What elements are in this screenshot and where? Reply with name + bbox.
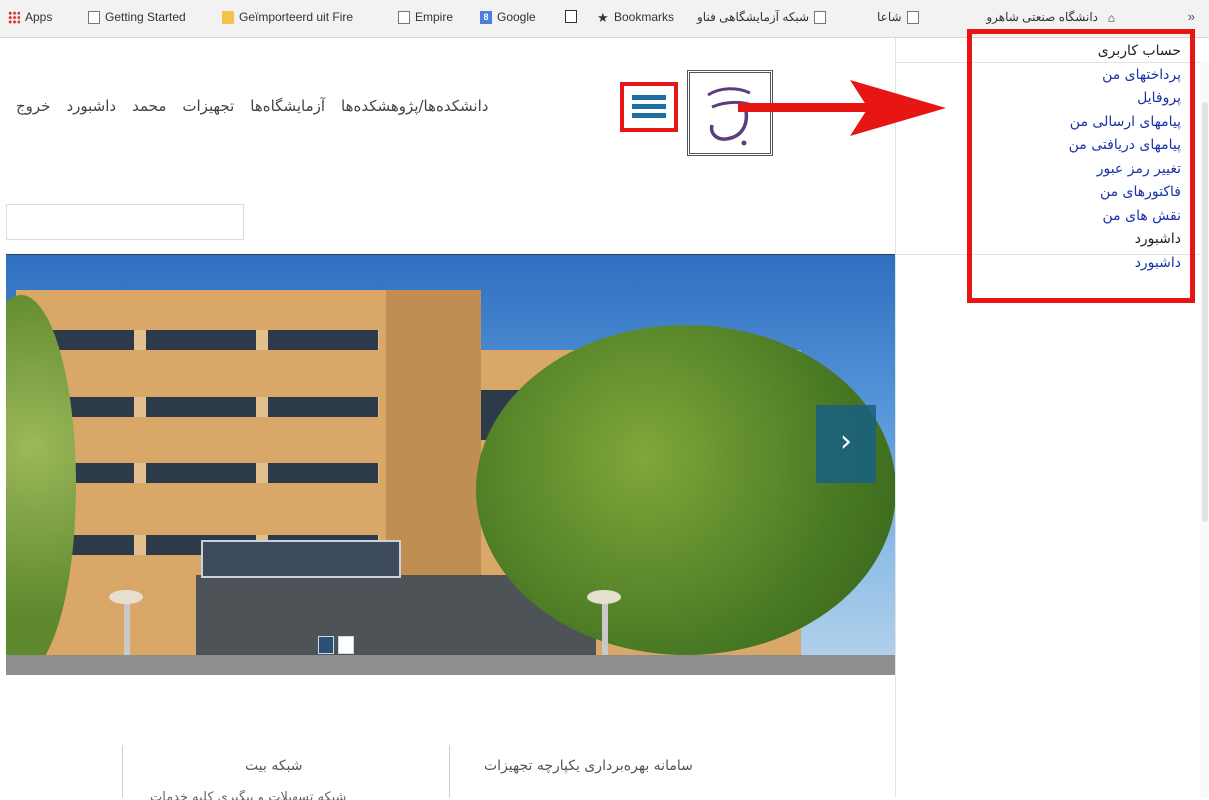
- annotation-arrow: [738, 103, 868, 112]
- bookmark-apps[interactable]: Apps: [8, 10, 52, 24]
- divider: [449, 745, 450, 798]
- bookmark-shaa[interactable]: شاعا: [877, 10, 919, 24]
- bookmark-empire[interactable]: Empire: [398, 10, 453, 24]
- bookmark-chart[interactable]: [565, 10, 582, 23]
- star-icon: ★: [597, 9, 609, 25]
- bookmark-label: Apps: [25, 10, 53, 24]
- hero-dot[interactable]: [318, 636, 334, 654]
- footer-title-equipment-system: سامانه بهره‌برداری یکپارچه تجهیزات: [484, 758, 693, 774]
- hero-next-button[interactable]: ›: [816, 405, 876, 483]
- page-icon: [906, 10, 919, 24]
- bookmark-google[interactable]: 8 Google: [480, 10, 536, 24]
- nav-item-faculties[interactable]: دانشکده‌ها/پژوهشکده‌ها: [341, 97, 488, 115]
- page-icon: [814, 10, 827, 24]
- scrollbar-thumb[interactable]: [1202, 102, 1208, 522]
- nav-item-dashboard[interactable]: داشبورد: [66, 97, 116, 115]
- bookmark-label: Getting Started: [105, 10, 186, 24]
- bookmark-label: شاعا: [877, 10, 902, 24]
- bookmark-label: Empire: [415, 10, 454, 24]
- hero-dot-active[interactable]: [338, 636, 354, 654]
- search-input[interactable]: [6, 204, 244, 240]
- bookmark-label: شبکه آزمایشگاهی فناو: [697, 10, 810, 24]
- bookmark-label: Geïmporteerd uit Fire: [239, 10, 354, 24]
- nav-item-user[interactable]: محمد: [132, 97, 166, 115]
- folder-icon: [222, 10, 234, 24]
- footer-text: شبکه تسهیلات و پیگیری کلیه خدمات: [150, 790, 347, 800]
- bookmark-label: Google: [497, 10, 536, 24]
- hamburger-menu-button[interactable]: [620, 82, 678, 132]
- main-nav: دانشکده‌ها/پژوهشکده‌ها آزمایشگاه‌ها تجهی…: [16, 97, 488, 115]
- footer-title-bit-network: شبکه بیت: [245, 758, 303, 774]
- page-icon: [88, 10, 100, 24]
- bookmark-university[interactable]: ⌂ دانشگاه صنعتی شاهرو: [950, 10, 1115, 24]
- nav-item-labs[interactable]: آزمایشگاه‌ها: [250, 97, 325, 115]
- building-icon: ⌂: [1107, 10, 1115, 25]
- bookmark-label: Bookmarks: [614, 10, 675, 24]
- bookmark-getting-started[interactable]: Getting Started: [88, 10, 186, 24]
- divider: [122, 745, 123, 798]
- scrollbar[interactable]: [1200, 62, 1209, 798]
- bookmark-folder-imported[interactable]: Geïmporteerd uit Fire: [222, 10, 387, 24]
- hero-pagination: [318, 636, 370, 658]
- bookmark-label: دانشگاه صنعتی شاهرو: [986, 10, 1098, 24]
- google-icon: 8: [480, 10, 492, 24]
- logo-mark-icon: [707, 87, 755, 146]
- hero-slider-image: [6, 255, 895, 675]
- apps-grid-icon: [8, 10, 20, 24]
- bookmark-lab-network[interactable]: شبکه آزمایشگاهی فناو: [697, 10, 827, 24]
- nav-item-equipment[interactable]: تجهیزات: [182, 97, 234, 115]
- site-logo[interactable]: [687, 70, 773, 156]
- page-icon: [398, 10, 410, 24]
- chart-icon: [565, 10, 577, 23]
- arrow-head-icon: [850, 80, 946, 136]
- bookmark-bookmarks[interactable]: ★ Bookmarks: [597, 10, 674, 24]
- annotation-highlight-box: [967, 29, 1195, 303]
- nav-item-logout[interactable]: خروج: [16, 97, 50, 115]
- bookmarks-overflow-button[interactable]: »: [1188, 9, 1195, 24]
